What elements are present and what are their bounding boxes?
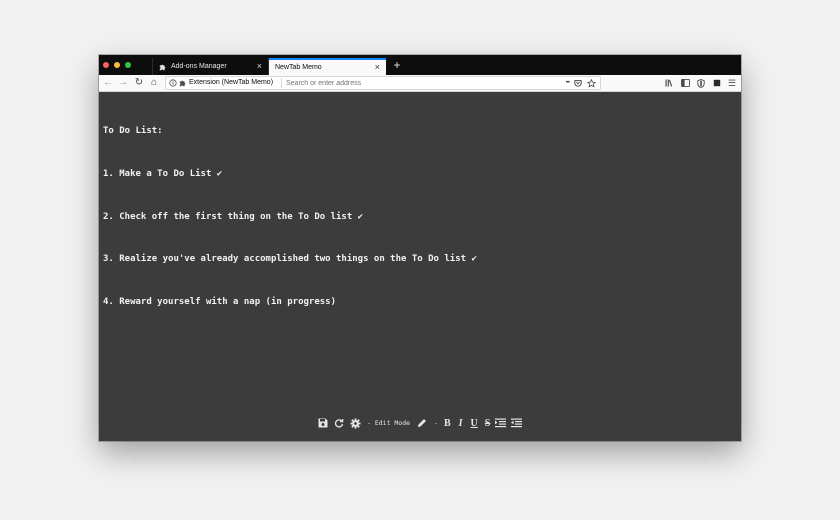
bold-button[interactable]: B	[444, 418, 451, 429]
new-tab-button[interactable]: +	[390, 58, 404, 73]
memo-line: 4. Reward yourself with a nap (in progre…	[103, 296, 336, 307]
extension-square-icon[interactable]	[713, 79, 721, 87]
memo-line: 2. Check off the first thing on the To D…	[103, 211, 364, 222]
minimize-window-button[interactable]	[114, 62, 120, 68]
pocket-icon[interactable]	[574, 79, 582, 87]
identity-label: Extension (NewTab Memo)	[189, 79, 274, 86]
pencil-icon[interactable]	[416, 417, 428, 429]
info-icon	[169, 79, 177, 87]
zoom-window-button[interactable]	[125, 62, 131, 68]
back-button[interactable]: ←	[102, 76, 114, 90]
close-tab-icon[interactable]: ×	[375, 63, 380, 72]
library-icon[interactable]	[665, 79, 674, 87]
forward-button[interactable]: →	[117, 76, 129, 90]
page-actions-icon[interactable]: •••	[566, 77, 570, 89]
url-bar[interactable]: Extension (NewTab Memo) •••	[165, 76, 601, 90]
shield-icon[interactable]	[697, 79, 705, 88]
strikethrough-button[interactable]: S	[485, 418, 491, 429]
identity-box[interactable]: Extension (NewTab Memo)	[169, 77, 273, 89]
indent-icon[interactable]	[494, 417, 506, 429]
tab-addons-manager[interactable]: Add-ons Manager ×	[152, 58, 269, 75]
bookmark-star-icon[interactable]	[587, 78, 596, 88]
url-divider	[281, 78, 282, 88]
save-icon[interactable]	[317, 417, 329, 429]
close-window-button[interactable]	[103, 62, 109, 68]
italic-button[interactable]: I	[459, 418, 463, 429]
memo-line: To Do List:	[103, 126, 163, 137]
close-tab-icon[interactable]: ×	[257, 62, 262, 71]
gear-icon[interactable]	[349, 417, 361, 429]
tab-label: NewTab Memo	[275, 64, 322, 71]
reload-icon[interactable]	[333, 417, 345, 429]
tab-label: Add-ons Manager	[171, 63, 227, 70]
toolbar-separator: -	[434, 419, 438, 427]
outdent-icon[interactable]	[510, 417, 522, 429]
memo-page: To Do List: 1. Make a To Do List ✔ 2. Ch…	[99, 92, 741, 441]
reload-button[interactable]: ↻	[133, 76, 145, 90]
puzzle-icon	[179, 80, 186, 87]
underline-button[interactable]: U	[471, 418, 478, 429]
browser-window: Add-ons Manager × NewTab Memo × + ← → ↻ …	[99, 55, 741, 441]
page-actions: •••	[566, 77, 596, 89]
edit-mode-label: - Edit Mode	[367, 419, 411, 427]
puzzle-icon	[159, 64, 166, 70]
memo-line: 3. Realize you've already accomplished t…	[103, 254, 477, 265]
sidebar-icon[interactable]	[681, 79, 690, 87]
tab-strip: Add-ons Manager × NewTab Memo × +	[99, 55, 741, 75]
editor-toolbar: - Edit Mode - B I U S	[317, 416, 522, 430]
home-button[interactable]: ⌂	[148, 76, 160, 90]
memo-editor[interactable]: To Do List: 1. Make a To Do List ✔ 2. Ch…	[103, 96, 477, 337]
nav-toolbar: ← → ↻ ⌂ Extension (NewTab Memo) •••	[99, 75, 741, 92]
menu-icon[interactable]: ☰	[726, 76, 738, 90]
address-input[interactable]	[286, 77, 536, 89]
memo-line: 1. Make a To Do List ✔	[103, 169, 223, 179]
tab-newtab-memo[interactable]: NewTab Memo ×	[269, 58, 386, 75]
